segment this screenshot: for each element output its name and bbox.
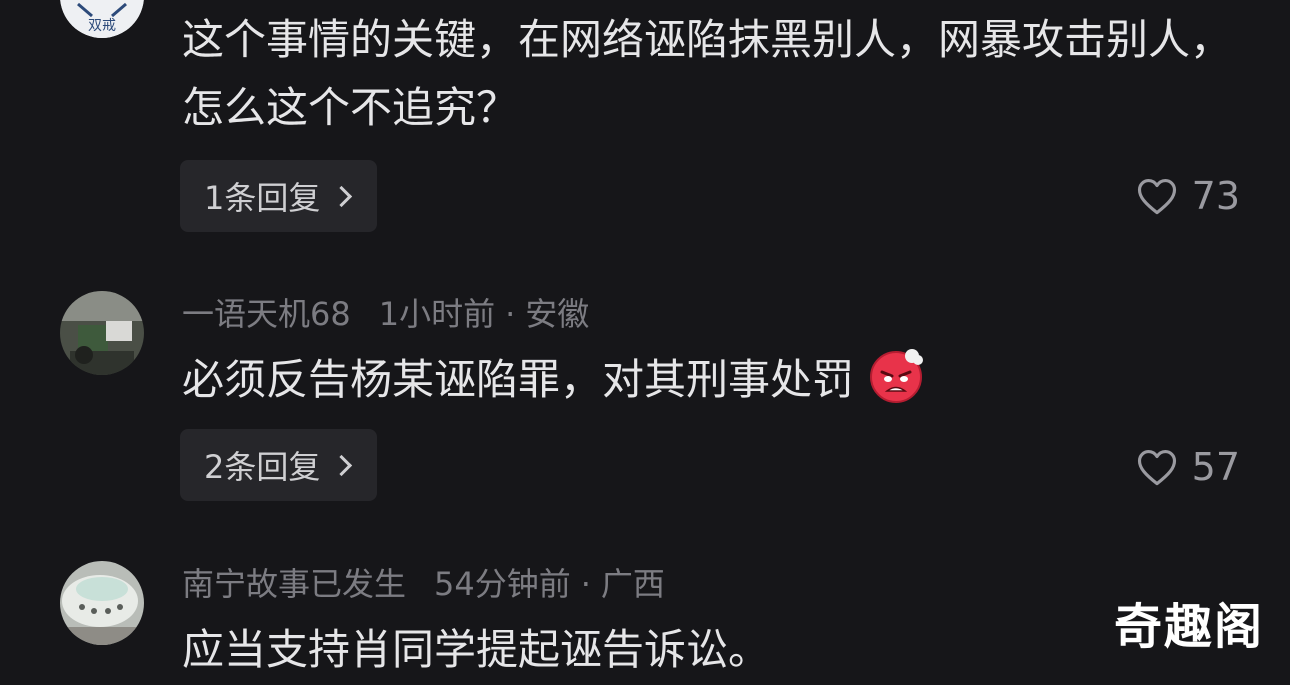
chevron-right-icon (331, 185, 353, 207)
username[interactable]: 南宁故事已发生 (182, 565, 406, 603)
like-button[interactable]: 57 (1136, 445, 1240, 489)
view-replies-button[interactable]: 2条回复 (180, 429, 378, 501)
angry-face-icon (870, 349, 924, 403)
reply-count-label: 2条回复 (204, 448, 321, 486)
comment-text: 这个事情的关键，在网络诬陷抹黑别人，网暴攻击别人，怎么这个不追究？ (182, 15, 1233, 132)
comment-meta: 南宁故事已发生 54分钟前 · 广西 (182, 566, 665, 602)
location: 广西 (600, 565, 665, 603)
reply-count-label: 1条回复 (204, 179, 321, 217)
comment-text: 应当支持肖同学提起诬告诉讼。 (182, 625, 771, 674)
comment-text: 必须反告杨某诬陷罪，对其刑事处罚 (182, 346, 1242, 414)
comment-meta: 一语天机68 1小时前 · 安徽 (182, 296, 589, 332)
username[interactable]: 一语天机68 (182, 295, 351, 333)
watermark: 奇趣阁 (1113, 599, 1264, 655)
meta-separator: · (505, 295, 516, 333)
location: 安徽 (525, 295, 590, 333)
timestamp: 1小时前 (378, 295, 496, 333)
avatar[interactable]: 双戒 (60, 0, 144, 38)
heart-icon (1137, 450, 1176, 486)
view-replies-button[interactable]: 1条回复 (180, 160, 378, 232)
like-count: 73 (1191, 174, 1240, 218)
timestamp: 54分钟前 (434, 565, 571, 603)
like-button[interactable]: 73 (1136, 174, 1240, 218)
svg-text:双戒: 双戒 (88, 18, 116, 34)
avatar[interactable] (60, 561, 144, 645)
meta-separator: · (580, 565, 591, 603)
avatar[interactable] (60, 291, 144, 375)
chevron-right-icon (331, 454, 353, 476)
heart-icon (1137, 179, 1176, 215)
comment-text-content: 必须反告杨某诬陷罪，对其刑事处罚 (182, 355, 855, 404)
like-count: 57 (1191, 445, 1240, 489)
